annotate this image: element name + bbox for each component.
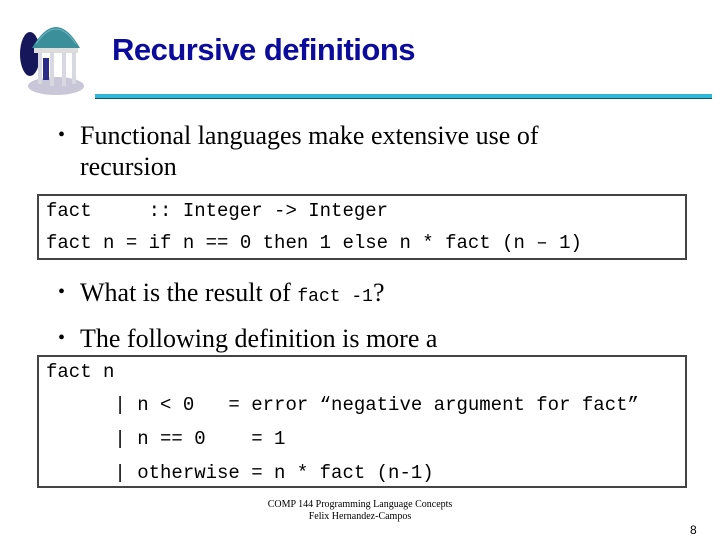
code-block-2: fact n | n < 0 = error “negative argumen… xyxy=(37,355,687,488)
code-line: fact n = if n == 0 then 1 else n * fact … xyxy=(46,232,582,254)
bullet-1-line-1: Functional languages make extensive use … xyxy=(80,121,539,150)
code-block-1: fact :: Integer -> Integer fact n = if n… xyxy=(37,194,687,260)
code-line: | n == 0 = 1 xyxy=(46,428,286,450)
title-divider xyxy=(95,94,712,99)
bullet-1: • Functional languages make extensive us… xyxy=(58,120,539,182)
old-well-icon xyxy=(16,14,90,98)
bullet-2-text: What is the result of xyxy=(80,278,298,307)
bullet-dot: • xyxy=(58,124,66,146)
bullet-3-text: The following definition is more a xyxy=(80,324,438,353)
code-line: fact n xyxy=(46,361,115,383)
slide-title: Recursive definitions xyxy=(112,32,416,67)
footer-author: Felix Hernandez-Campos xyxy=(308,511,412,522)
page-number: 8 xyxy=(690,523,697,537)
bullet-3: • The following definition is more a xyxy=(58,323,438,354)
code-line: | n < 0 = error “negative argument for f… xyxy=(46,394,639,416)
footer-course: COMP 144 Programming Language Concepts xyxy=(267,499,453,510)
code-line: | otherwise = n * fact (n-1) xyxy=(46,462,434,484)
code-line: fact :: Integer -> Integer xyxy=(46,200,389,222)
bullet-2-code: fact -1 xyxy=(297,287,373,307)
bullet-1-line-2: recursion xyxy=(80,152,177,181)
bullet-2-suffix: ? xyxy=(372,278,385,307)
bullet-dot: • xyxy=(58,281,66,303)
bullet-dot: • xyxy=(58,327,66,349)
bullet-2: • What is the result of fact -1? xyxy=(58,277,385,313)
